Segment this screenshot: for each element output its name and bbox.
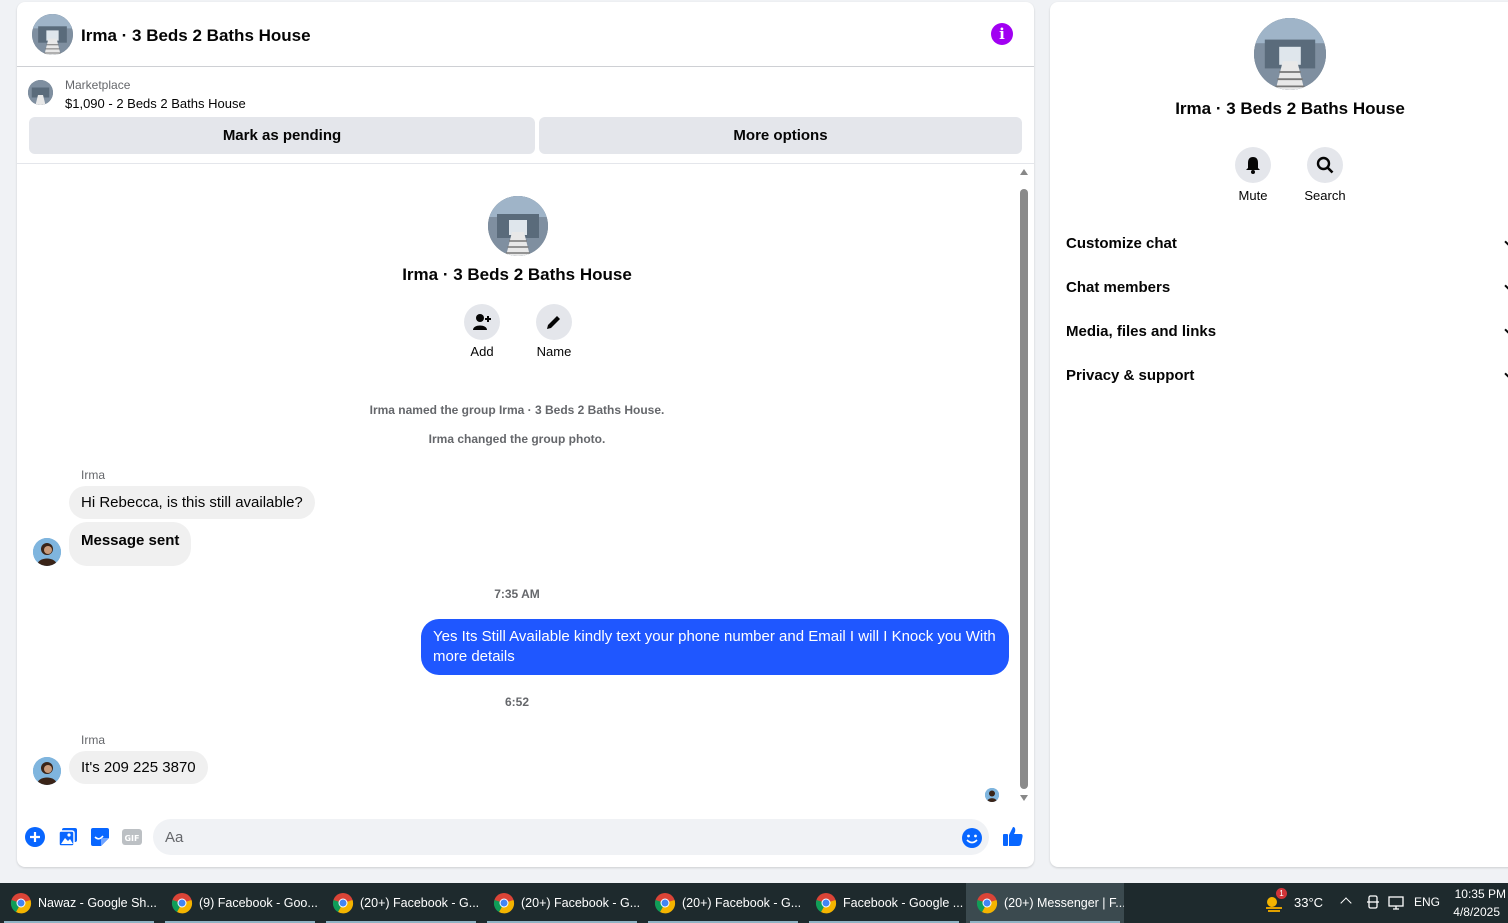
clock-date[interactable]: 4/8/2025 xyxy=(1448,905,1500,919)
info-icon[interactable]: i xyxy=(991,23,1013,45)
svg-text:GIF: GIF xyxy=(124,834,139,843)
chrome-icon xyxy=(654,892,676,914)
taskbar-item[interactable]: (20+) Facebook - G... xyxy=(483,883,641,923)
group-photo[interactable] xyxy=(1254,18,1326,90)
photo-icon[interactable] xyxy=(57,826,79,848)
chevron-down-icon xyxy=(1504,236,1508,248)
incoming-message[interactable]: Message sent xyxy=(69,522,192,566)
temperature[interactable]: 33°C xyxy=(1294,895,1323,910)
more-options-button[interactable]: More options xyxy=(539,117,1022,154)
listing-thumbnail-icon[interactable] xyxy=(28,80,53,105)
taskbar-item-label: (20+) Facebook - G... xyxy=(682,896,802,910)
section-privacy-support[interactable]: Privacy & support xyxy=(1066,367,1508,384)
section-media-files-links[interactable]: Media, files and links xyxy=(1066,323,1508,340)
chevron-down-icon xyxy=(1504,368,1508,380)
mute-label: Mute xyxy=(1238,188,1268,203)
seen-indicator-avatar xyxy=(985,788,999,802)
taskbar-item[interactable]: (9) Facebook - Goo... xyxy=(161,883,319,923)
chevron-down-icon xyxy=(1504,324,1508,336)
sender-name: Irma xyxy=(81,733,105,747)
chrome-icon xyxy=(815,892,837,914)
search-icon xyxy=(1316,156,1334,174)
pencil-icon xyxy=(547,316,560,329)
mark-as-pending-button[interactable]: Mark as pending xyxy=(29,117,535,154)
taskbar-item-label: Nawaz - Google Sh... xyxy=(38,896,157,910)
chrome-icon xyxy=(10,892,32,914)
device-icon[interactable] xyxy=(1366,895,1380,911)
language-indicator[interactable]: ENG xyxy=(1414,895,1440,909)
taskbar-item-label: (20+) Facebook - G... xyxy=(360,896,480,910)
bell-icon xyxy=(1246,157,1260,174)
taskbar-item[interactable]: Nawaz - Google Sh... xyxy=(0,883,158,923)
system-message: Irma named the group Irma · 3 Beds 2 Bat… xyxy=(369,403,665,417)
system-message: Irma changed the group photo. xyxy=(428,432,606,446)
chat-header: Irma · 3 Beds 2 Baths House i xyxy=(17,2,1034,67)
sender-avatar[interactable] xyxy=(33,757,61,785)
search-label: Search xyxy=(1304,188,1346,203)
scroll-up-arrow-icon[interactable] xyxy=(1020,169,1028,175)
info-title: Irma · 3 Beds 2 Baths House xyxy=(1175,99,1405,118)
section-label: Chat members xyxy=(1066,279,1171,296)
gif-icon[interactable]: GIF xyxy=(121,826,143,848)
listing-title[interactable]: $1,090 - 2 Beds 2 Baths House xyxy=(65,96,246,111)
chevron-up-icon[interactable] xyxy=(1340,897,1352,909)
chrome-icon xyxy=(493,892,515,914)
emoji-icon[interactable] xyxy=(961,827,983,849)
network-icon[interactable] xyxy=(1388,895,1404,911)
taskbar-item[interactable]: (20+) Facebook - G... xyxy=(644,883,802,923)
notification-badge: 1 xyxy=(1276,888,1287,899)
taskbar-item-label: (9) Facebook - Goo... xyxy=(199,896,318,910)
marketplace-bar: Marketplace $1,090 - 2 Beds 2 Baths Hous… xyxy=(17,68,1034,164)
scrollbar[interactable] xyxy=(1017,167,1031,807)
search-button[interactable] xyxy=(1307,147,1343,183)
edit-name-button[interactable] xyxy=(536,304,572,340)
chrome-icon xyxy=(976,892,998,914)
taskbar-item-label: Facebook - Google ... xyxy=(843,896,963,910)
taskbar-item-active[interactable]: (20+) Messenger | F... xyxy=(966,883,1124,923)
marketplace-label: Marketplace xyxy=(65,78,131,92)
scroll-thumb[interactable] xyxy=(1020,189,1028,789)
sticker-icon[interactable] xyxy=(89,826,111,848)
taskbar: Nawaz - Google Sh... (9) Facebook - Goo.… xyxy=(0,883,1508,923)
info-panel: Irma · 3 Beds 2 Baths House Mute Search … xyxy=(1050,2,1508,867)
chat-panel: Irma · 3 Beds 2 Baths House i Marketplac… xyxy=(17,2,1034,867)
section-label: Privacy & support xyxy=(1066,367,1195,384)
taskbar-item-label: (20+) Messenger | F... xyxy=(1004,896,1124,910)
taskbar-item-label: (20+) Facebook - G... xyxy=(521,896,641,910)
chrome-icon xyxy=(332,892,354,914)
outgoing-message[interactable]: Yes Its Still Available kindly text your… xyxy=(421,619,1009,675)
add-people-button[interactable] xyxy=(464,304,500,340)
thumbs-up-icon[interactable] xyxy=(1001,824,1025,848)
mute-button[interactable] xyxy=(1235,147,1271,183)
chevron-down-icon xyxy=(1504,280,1508,292)
scroll-down-arrow-icon[interactable] xyxy=(1020,795,1028,801)
sender-avatar[interactable] xyxy=(33,538,61,566)
incoming-message[interactable]: It's 209 225 3870 xyxy=(69,751,208,784)
chat-title[interactable]: Irma · 3 Beds 2 Baths House xyxy=(81,26,311,46)
section-label: Customize chat xyxy=(1066,235,1177,252)
group-title: Irma · 3 Beds 2 Baths House xyxy=(402,265,632,284)
plus-icon[interactable] xyxy=(24,826,46,848)
name-label: Name xyxy=(536,344,572,359)
clock-time[interactable]: 10:35 PM xyxy=(1448,887,1506,901)
taskbar-item[interactable]: (20+) Facebook - G... xyxy=(322,883,480,923)
taskbar-item[interactable]: Facebook - Google ... xyxy=(805,883,963,923)
section-customize-chat[interactable]: Customize chat xyxy=(1066,235,1508,252)
group-avatar-icon[interactable] xyxy=(32,14,73,55)
message-input[interactable] xyxy=(153,819,989,855)
timestamp: 7:35 AM xyxy=(494,587,540,601)
add-person-icon xyxy=(473,314,491,330)
timestamp: 6:52 xyxy=(504,695,530,709)
section-label: Media, files and links xyxy=(1066,323,1217,340)
section-chat-members[interactable]: Chat members xyxy=(1066,279,1508,296)
group-photo[interactable] xyxy=(488,196,548,256)
incoming-message[interactable]: Hi Rebecca, is this still available? xyxy=(69,486,315,519)
add-label: Add xyxy=(470,344,494,359)
sender-name: Irma xyxy=(81,468,105,482)
chrome-icon xyxy=(171,892,193,914)
